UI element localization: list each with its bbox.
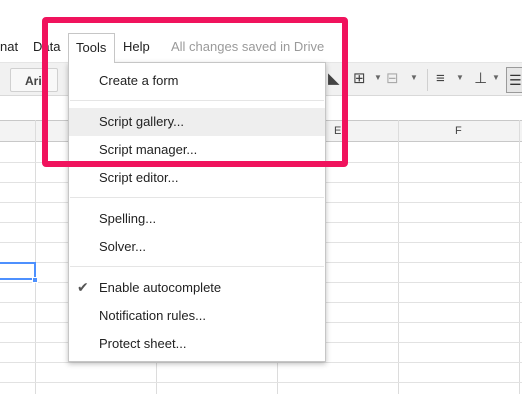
align-left-icon[interactable]: ≡ [436, 70, 445, 88]
menu-data[interactable]: Data [33, 39, 60, 54]
menu-item-solver[interactable]: Solver... [69, 233, 325, 261]
menu-separator [70, 197, 324, 198]
menu-item-label: Enable autocomplete [99, 280, 222, 295]
grid-row-line [0, 382, 522, 383]
chevron-down-icon[interactable]: ▼ [410, 73, 418, 82]
chevron-down-icon[interactable]: ▼ [492, 73, 500, 82]
font-family-select[interactable]: Ari [10, 68, 58, 92]
menu-separator [70, 266, 324, 267]
menu-item-spelling[interactable]: Spelling... [69, 205, 325, 233]
menu-format[interactable]: nat [0, 39, 18, 54]
menu-item-create-form[interactable]: Create a form [69, 67, 325, 95]
menu-help[interactable]: Help [123, 39, 150, 54]
chevron-down-icon[interactable]: ▼ [456, 73, 464, 82]
fill-handle[interactable] [32, 277, 38, 283]
menu-bar: nat Data Tools Help All changes saved in… [0, 30, 522, 63]
toolbar-divider [427, 69, 428, 91]
menu-separator [70, 100, 324, 101]
menu-item-enable-autocomplete[interactable]: ✔ Enable autocomplete [69, 274, 325, 302]
checkmark-icon: ✔ [77, 279, 89, 295]
vertical-align-icon[interactable]: ⊥ [474, 70, 487, 88]
column-header-f[interactable]: F [455, 125, 462, 137]
save-status: All changes saved in Drive [171, 39, 325, 54]
menu-tools[interactable]: Tools [68, 33, 115, 63]
menu-item-script-gallery[interactable]: Script gallery... [69, 108, 325, 136]
paint-format-icon[interactable]: ◣ [328, 70, 340, 88]
borders-icon[interactable]: ⊞ [353, 70, 366, 88]
grid-row-line [0, 362, 522, 363]
menu-item-script-manager[interactable]: Script manager... [69, 136, 325, 164]
text-wrap-icon[interactable]: ☰ [506, 67, 522, 93]
menu-item-notification-rules[interactable]: Notification rules... [69, 302, 325, 330]
column-header-e[interactable]: E [334, 125, 341, 137]
menu-item-script-editor[interactable]: Script editor... [69, 164, 325, 192]
tools-menu: Create a form Script gallery... Script m… [68, 62, 326, 362]
menu-item-protect-sheet[interactable]: Protect sheet... [69, 330, 325, 358]
toolbar-divider [346, 69, 347, 91]
merge-cells-icon[interactable]: ⊟ [386, 70, 399, 88]
chevron-down-icon[interactable]: ▼ [374, 73, 382, 82]
selected-cell[interactable] [0, 262, 36, 280]
